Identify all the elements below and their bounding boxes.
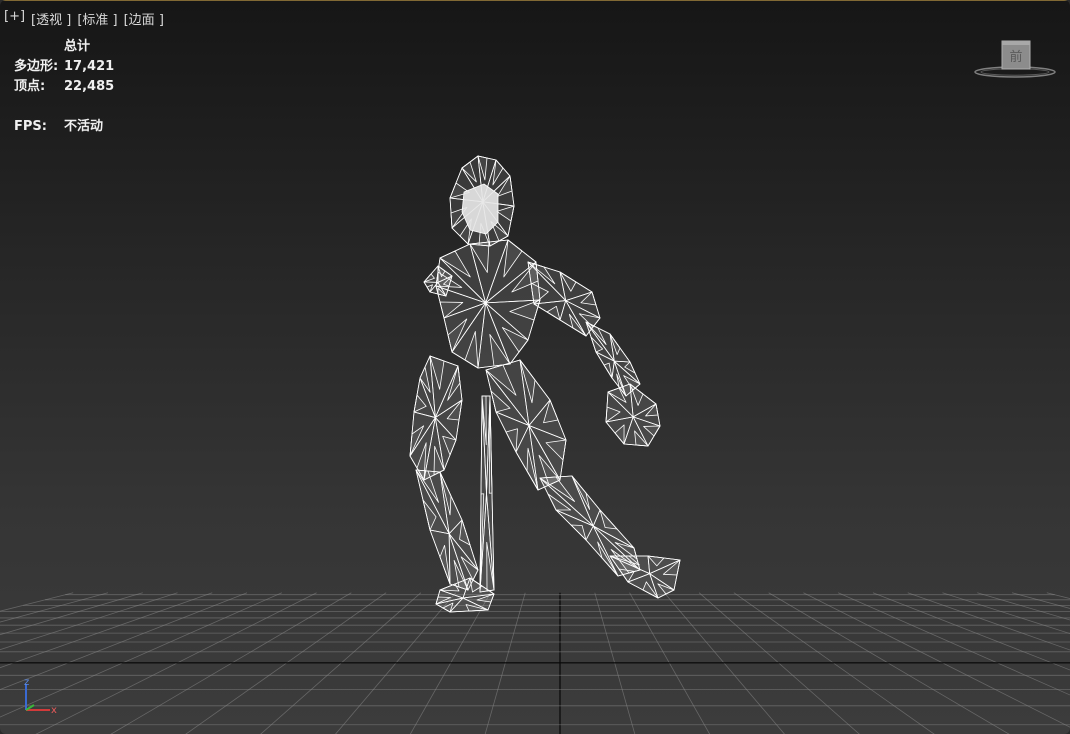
viewcube-icon[interactable]: 前 [972,36,1058,84]
viewcube-front-label: 前 [1009,49,1022,65]
scene-canvas[interactable] [0,0,1070,734]
stats-vertices-value: 22,485 [64,79,115,94]
character-wireframe-mesh[interactable] [409,155,681,613]
perspective-viewport[interactable]: [+] [透视 ] [标准 ] [边面 ] 总计 多边形: 17,421 顶点:… [0,0,1070,734]
viewport-shading-menu[interactable]: [标准 ] [77,9,117,28]
axis-z-label: z [24,677,29,688]
viewport-display-mode-menu[interactable]: [边面 ] [124,9,164,28]
stats-total-header: 总计 [64,39,91,54]
viewport-general-menu[interactable]: [+] [4,9,25,28]
viewport-point-of-view-menu[interactable]: [透视 ] [31,9,71,28]
stats-fps-label: FPS: [14,119,47,134]
statistics-overlay: 总计 多边形: 17,421 顶点: 22,485 FPS: 不活动 [14,37,114,137]
ground-grid [0,592,1070,734]
axis-tripod-icon: z x [24,677,57,716]
stats-polygons-value: 17,421 [64,59,115,74]
stats-fps-value: 不活动 [64,119,104,134]
axis-x-label: x [51,705,57,716]
stats-vertices-label: 顶点: [14,79,46,94]
stats-polygons-label: 多边形: [14,59,59,74]
viewport-label-menu: [+] [透视 ] [标准 ] [边面 ] [4,9,164,28]
